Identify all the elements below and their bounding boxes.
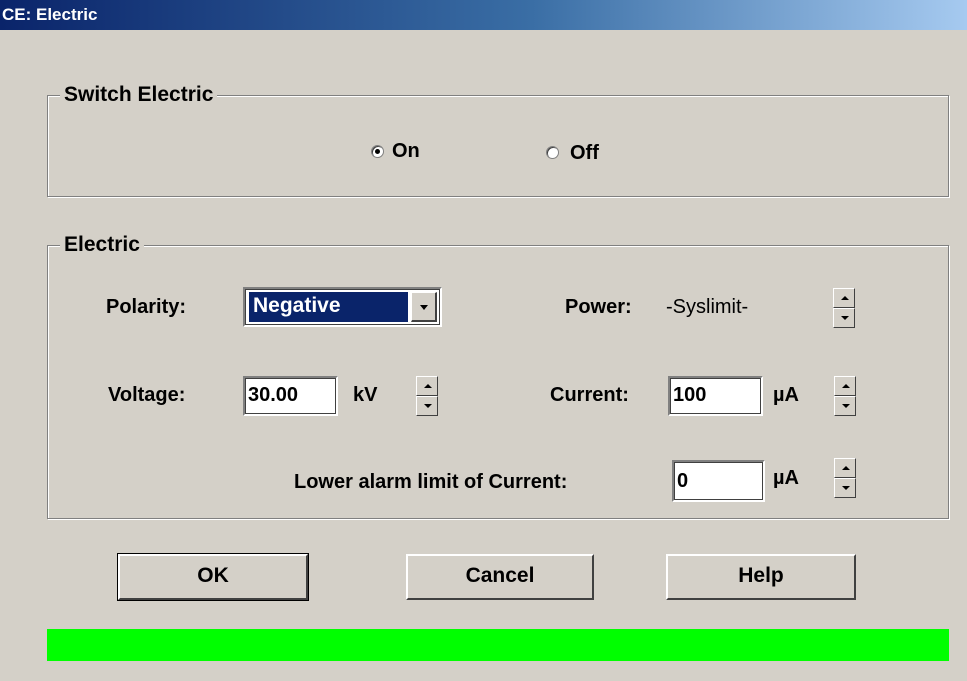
voltage-spinner[interactable] bbox=[416, 376, 438, 416]
lower-alarm-spin-down[interactable] bbox=[834, 478, 856, 498]
status-indicator-bar bbox=[47, 629, 949, 661]
on-radio-label[interactable]: On bbox=[392, 140, 420, 163]
voltage-unit: kV bbox=[353, 384, 378, 406]
electric-legend: Electric bbox=[60, 232, 144, 258]
arrow-up-icon bbox=[842, 466, 850, 470]
voltage-input[interactable]: 30.00 bbox=[243, 376, 338, 416]
chevron-down-icon bbox=[420, 305, 428, 310]
off-radio-label[interactable]: Off bbox=[570, 142, 599, 165]
arrow-up-icon bbox=[424, 384, 432, 388]
lower-alarm-input[interactable]: 0 bbox=[672, 460, 765, 502]
polarity-combobox[interactable]: Negative bbox=[243, 287, 442, 327]
power-spin-up[interactable] bbox=[833, 288, 855, 308]
lower-alarm-label: Lower alarm limit of Current: bbox=[294, 471, 568, 493]
current-spin-down[interactable] bbox=[834, 396, 856, 416]
on-radio[interactable] bbox=[371, 145, 384, 158]
current-spinner[interactable] bbox=[834, 376, 856, 416]
radio-selected-dot bbox=[375, 149, 380, 154]
lower-alarm-spin-up[interactable] bbox=[834, 458, 856, 478]
power-label: Power: bbox=[565, 296, 632, 318]
ok-button[interactable]: OK bbox=[117, 553, 309, 601]
off-radio[interactable] bbox=[546, 146, 559, 159]
power-value: -Syslimit- bbox=[666, 296, 749, 318]
arrow-down-icon bbox=[424, 404, 432, 408]
arrow-down-icon bbox=[842, 404, 850, 408]
switch-electric-legend: Switch Electric bbox=[60, 82, 218, 108]
current-label: Current: bbox=[550, 384, 629, 406]
current-input[interactable]: 100 bbox=[668, 376, 763, 416]
polarity-dropdown-button[interactable] bbox=[411, 292, 437, 322]
voltage-spin-down[interactable] bbox=[416, 396, 438, 416]
arrow-down-icon bbox=[842, 486, 850, 490]
switch-electric-group: Switch Electric bbox=[47, 82, 949, 197]
current-unit: µA bbox=[773, 384, 799, 406]
arrow-up-icon bbox=[841, 296, 849, 300]
help-button[interactable]: Help bbox=[666, 554, 856, 600]
voltage-label: Voltage: bbox=[108, 384, 186, 406]
title-bar: CE: Electric bbox=[0, 0, 967, 30]
voltage-spin-up[interactable] bbox=[416, 376, 438, 396]
power-spin-down[interactable] bbox=[833, 308, 855, 328]
cancel-button[interactable]: Cancel bbox=[406, 554, 594, 600]
lower-alarm-spinner[interactable] bbox=[834, 458, 856, 498]
power-spinner[interactable] bbox=[833, 288, 855, 328]
current-spin-up[interactable] bbox=[834, 376, 856, 396]
polarity-label: Polarity: bbox=[106, 296, 187, 318]
lower-alarm-unit: µA bbox=[773, 467, 799, 489]
polarity-selected-value: Negative bbox=[249, 292, 408, 322]
arrow-up-icon bbox=[842, 384, 850, 388]
window-title: CE: Electric bbox=[2, 5, 98, 24]
arrow-down-icon bbox=[841, 316, 849, 320]
